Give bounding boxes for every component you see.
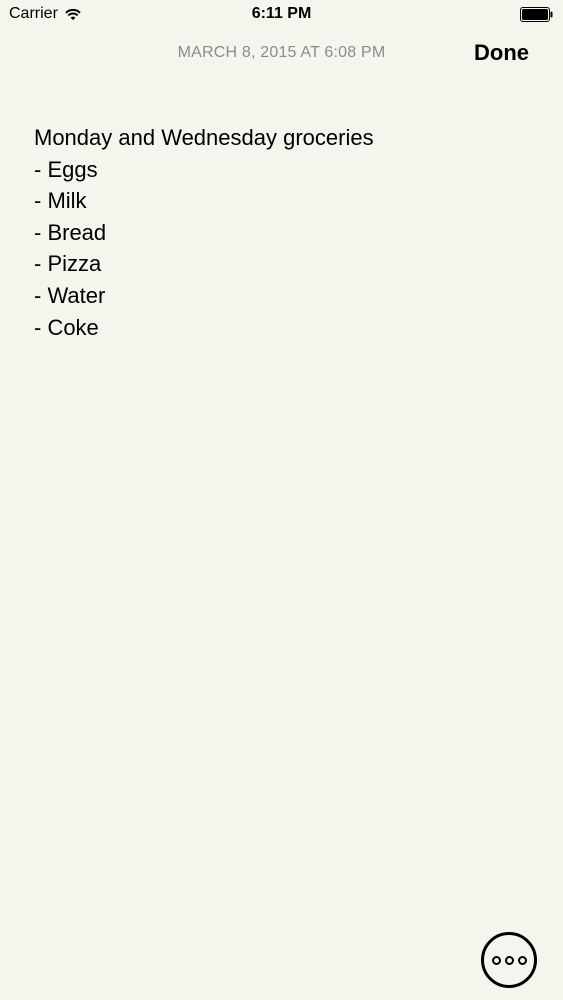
done-button[interactable]: Done: [474, 40, 529, 66]
note-line: - Eggs: [34, 156, 98, 182]
status-bar: Carrier 6:11 PM: [0, 0, 563, 30]
note-text-area[interactable]: Monday and Wednesday groceries - Eggs - …: [34, 122, 529, 343]
note-line: - Coke: [34, 314, 99, 340]
more-options-button[interactable]: [481, 932, 537, 988]
note-line: - Pizza: [34, 251, 102, 277]
note-line: - Water: [34, 282, 106, 308]
ellipsis-icon: [491, 955, 501, 965]
battery-icon: [520, 7, 553, 22]
note-header: MARCH 8, 2015 AT 6:08 PM Done: [0, 30, 563, 80]
ellipsis-icon: [504, 955, 514, 965]
note-line: - Bread: [34, 219, 107, 245]
ellipsis-icon: [517, 955, 527, 965]
status-time: 6:11 PM: [251, 5, 312, 22]
note-title-line: Monday and Wednesday groceries: [34, 125, 374, 150]
note-line: - Milk: [34, 188, 87, 214]
